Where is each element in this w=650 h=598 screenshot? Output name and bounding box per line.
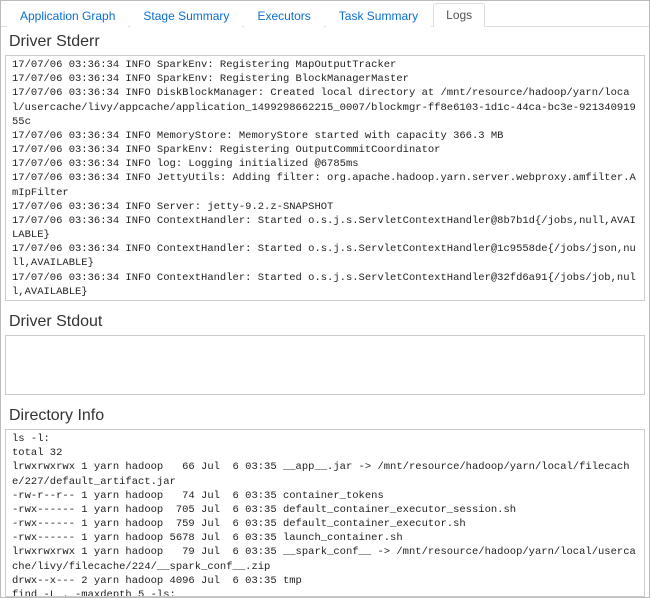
logs-panel: Application Graph Stage Summary Executor… [0,0,650,598]
tab-task-summary[interactable]: Task Summary [326,4,431,27]
driver-stdout-box[interactable] [5,335,645,395]
directory-info-title: Directory Info [1,401,649,429]
tab-stage-summary[interactable]: Stage Summary [130,4,242,27]
driver-stdout-content [6,336,644,340]
directory-info-content: ls -l: total 32 lrwxrwxrwx 1 yarn hadoop… [6,430,644,597]
driver-stderr-content: 17/07/06 03:36:34 INFO SparkEnv: Registe… [6,56,644,301]
directory-info-box[interactable]: ls -l: total 32 lrwxrwxrwx 1 yarn hadoop… [5,429,645,597]
tab-bar: Application Graph Stage Summary Executor… [1,1,649,27]
driver-stderr-title: Driver Stderr [1,27,649,55]
tab-logs[interactable]: Logs [433,3,485,27]
tab-application-graph[interactable]: Application Graph [7,4,128,27]
tab-executors[interactable]: Executors [244,4,323,27]
driver-stderr-box[interactable]: 17/07/06 03:36:34 INFO SparkEnv: Registe… [5,55,645,301]
driver-stdout-title: Driver Stdout [1,307,649,335]
